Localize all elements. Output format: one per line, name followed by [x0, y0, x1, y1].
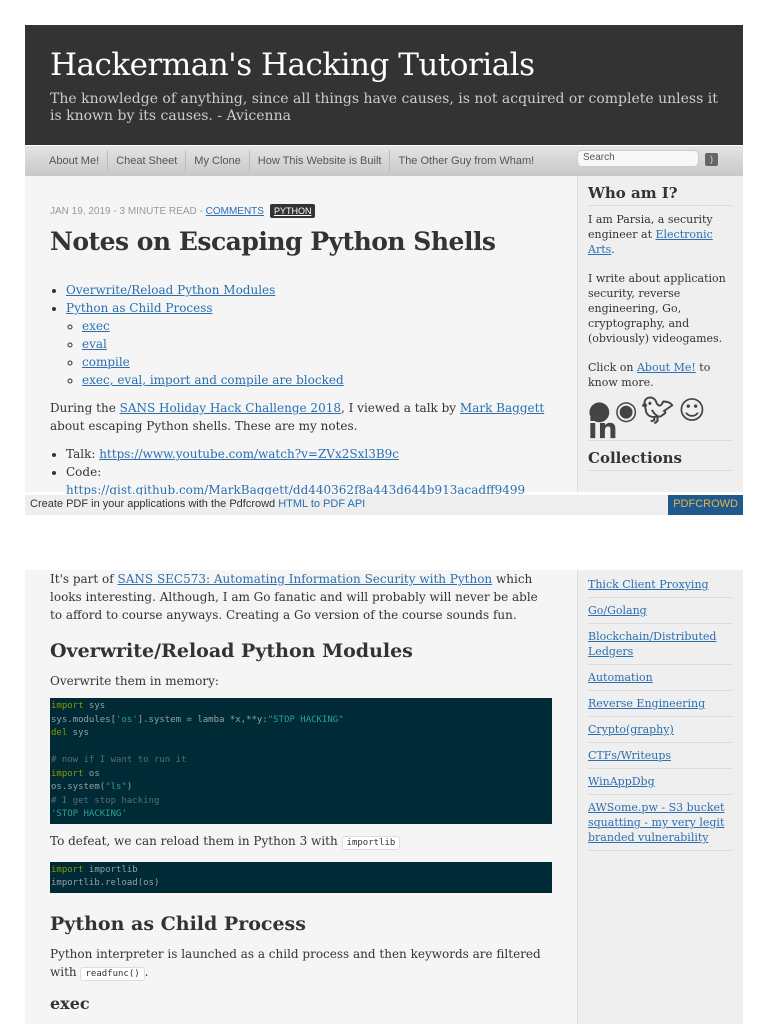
- post-date: JAN 19, 2019 - 3 MINUTE READ -: [50, 206, 206, 217]
- tag-python[interactable]: PYTHON: [269, 204, 316, 218]
- collections-heading: Collections: [588, 441, 733, 471]
- bitbucket-icon[interactable]: ◉: [615, 398, 638, 424]
- heading-exec: exec: [50, 993, 90, 1013]
- talk-link[interactable]: https://www.youtube.com/watch?v=ZVx2Sxl3…: [99, 447, 399, 461]
- rss-icon[interactable]: ): [705, 153, 718, 166]
- site-tagline: The knowledge of anything, since all thi…: [50, 91, 718, 124]
- comments-link[interactable]: COMMENTS: [206, 206, 264, 217]
- main-content-page2: It's part of SANS SEC573: Automating Inf…: [25, 570, 577, 1024]
- bio-text: I write about application security, reve…: [588, 272, 726, 345]
- inline-code-importlib: importlib: [341, 835, 401, 850]
- intro-paragraph: During the SANS Holiday Hack Challenge 2…: [50, 401, 545, 433]
- collection-item[interactable]: Crypto(graphy): [588, 717, 733, 743]
- table-of-contents: Overwrite/Reload Python Modules Python a…: [50, 281, 552, 389]
- toc-exec[interactable]: exec: [82, 319, 110, 333]
- course-paragraph: It's part of SANS SEC573: Automating Inf…: [50, 572, 538, 622]
- collection-item[interactable]: Automation: [588, 665, 733, 691]
- toc-child-process[interactable]: Python as Child Process: [66, 301, 213, 315]
- site-title[interactable]: Hackerman's Hacking Tutorials: [50, 47, 718, 83]
- nav-bar: About Me! Cheat Sheet My Clone How This …: [25, 146, 743, 176]
- nav-how-built[interactable]: How This Website is Built: [250, 150, 391, 172]
- sec573-link[interactable]: SANS SEC573: Automating Information Secu…: [118, 572, 493, 586]
- collection-item[interactable]: Thick Client Proxying: [588, 572, 733, 598]
- collection-item[interactable]: Blockchain/Distributed Ledgers: [588, 624, 733, 665]
- keybase-icon[interactable]: ☺: [678, 398, 705, 424]
- post-title: Notes on Escaping Python Shells: [50, 227, 496, 256]
- collection-item[interactable]: WinAppDbg: [588, 769, 733, 795]
- collections-list: Thick Client Proxying Go/Golang Blockcha…: [577, 570, 743, 1024]
- toc-compile[interactable]: compile: [82, 355, 130, 369]
- site-header: Hackerman's Hacking Tutorials The knowle…: [25, 25, 743, 145]
- overwrite-text: Overwrite them in memory:: [50, 674, 219, 688]
- collection-item[interactable]: Go/Golang: [588, 598, 733, 624]
- collection-item[interactable]: Reverse Engineering: [588, 691, 733, 717]
- sans-hack-link[interactable]: SANS Holiday Hack Challenge 2018: [120, 401, 341, 415]
- nav-cheat-sheet[interactable]: Cheat Sheet: [108, 150, 187, 172]
- sidebar-page1: Who am I? I am Parsia, a security engine…: [577, 176, 743, 492]
- about-me-link[interactable]: About Me!: [637, 361, 696, 374]
- collection-item[interactable]: CTFs/Writeups: [588, 743, 733, 769]
- toc-overwrite[interactable]: Overwrite/Reload Python Modules: [66, 283, 275, 297]
- heading-child-process: Python as Child Process: [50, 912, 306, 935]
- defeat-text: To defeat, we can reload them in Python …: [50, 832, 552, 852]
- html-to-pdf-link[interactable]: HTML to PDF API: [278, 498, 365, 510]
- nav-other-guy[interactable]: The Other Guy from Wham!: [390, 150, 542, 172]
- pdfcrowd-button[interactable]: PDFCROWD: [668, 495, 743, 515]
- twitter-icon[interactable]: 🐦︎: [641, 398, 674, 424]
- child-text: Python interpreter is launched as a chil…: [50, 946, 541, 981]
- main-content-page1: JAN 19, 2019 - 3 MINUTE READ - COMMENTS P…: [25, 176, 577, 497]
- collection-item[interactable]: AWSome.pw - S3 bucket squatting - my ver…: [588, 795, 733, 851]
- heading-overwrite: Overwrite/Reload Python Modules: [50, 640, 413, 662]
- post-meta: JAN 19, 2019 - 3 MINUTE READ - COMMENTS P…: [50, 202, 552, 221]
- nav-about[interactable]: About Me!: [41, 150, 109, 172]
- toc-eval[interactable]: eval: [82, 337, 107, 351]
- pdfcrowd-bar: Create PDF in your applications with the…: [25, 495, 743, 515]
- inline-code-readfunc: readfunc(): [80, 966, 145, 981]
- toc-blocked[interactable]: exec, eval, import and compile are block…: [82, 373, 344, 387]
- code-block-reload: import importlib importlib.reload(os): [50, 861, 552, 893]
- mark-baggett-link[interactable]: Mark Baggett: [460, 401, 544, 415]
- nav-my-clone[interactable]: My Clone: [186, 150, 250, 172]
- search-input[interactable]: Search: [577, 150, 699, 167]
- linkedin-icon[interactable]: in: [588, 415, 618, 443]
- who-am-i-heading: Who am I?: [588, 176, 733, 206]
- code-block-overwrite: import sys sys.modules['os'].system = la…: [50, 698, 552, 824]
